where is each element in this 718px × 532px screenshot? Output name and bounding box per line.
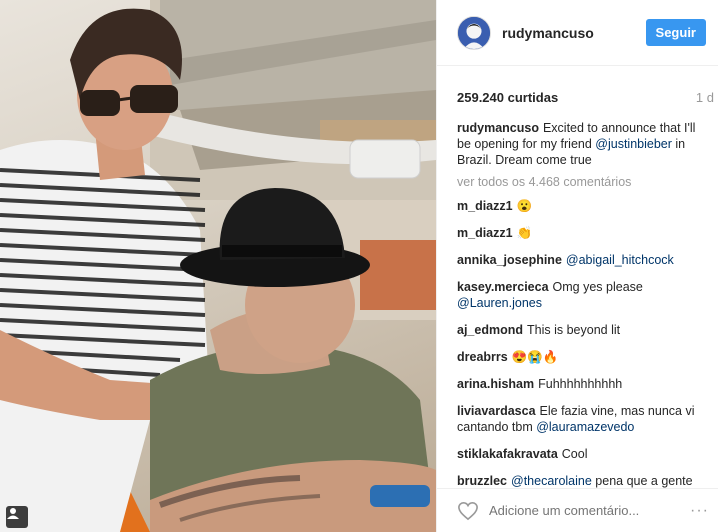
- comment-text: Fuhhhhhhhhhh: [538, 377, 623, 391]
- comment-text: 😍😭🔥: [511, 350, 559, 364]
- comment-input[interactable]: [489, 503, 691, 518]
- comment-item: dreabrrs 😍😭🔥: [457, 349, 705, 365]
- avatar-glyph: [458, 16, 490, 49]
- post-timestamp[interactable]: 1 d: [696, 90, 714, 105]
- post-side-panel: rudymancuso Seguir 259.240 curtidas 1 d …: [436, 0, 718, 532]
- comment-author[interactable]: liviavardasca: [457, 404, 536, 418]
- comment-author[interactable]: dreabrrs: [457, 350, 508, 364]
- post-photo[interactable]: [0, 0, 436, 532]
- add-comment-bar: ···: [437, 488, 718, 532]
- comment-text: Omg yes please: [552, 280, 643, 294]
- comment-mention[interactable]: @lauramazevedo: [536, 420, 634, 434]
- comment-item: stiklakafakravata Cool: [457, 446, 705, 462]
- comment-author[interactable]: annika_josephine: [457, 253, 562, 267]
- likes-row: 259.240 curtidas 1 d: [437, 66, 718, 110]
- user-tag-glyph: [7, 508, 19, 519]
- comment-text: This is beyond lit: [527, 323, 621, 337]
- comment-item: liviavardasca Ele fazia vine, mas nunca v…: [457, 403, 705, 435]
- photo-illustration: [0, 0, 436, 532]
- view-all-comments-link[interactable]: ver todos os 4.468 comentários: [457, 175, 708, 189]
- likes-count[interactable]: 259.240 curtidas: [457, 90, 558, 105]
- comment-mention[interactable]: @Lauren.jones: [457, 296, 542, 310]
- comment-mention[interactable]: @thecarolaine: [511, 474, 592, 488]
- comment-text: Cool: [561, 447, 588, 461]
- caption-mention[interactable]: @justinbieber: [595, 137, 672, 151]
- user-tag-icon[interactable]: [6, 506, 28, 528]
- comment-author[interactable]: stiklakafakravata: [457, 447, 558, 461]
- comments-list: rudymancuso Excited to announce that I'll…: [437, 110, 718, 505]
- comment-author[interactable]: kasey.mercieca: [457, 280, 549, 294]
- comment-text: 😮: [516, 199, 533, 213]
- comment-author[interactable]: aj_edmond: [457, 323, 523, 337]
- more-options-icon[interactable]: ···: [690, 502, 709, 520]
- post-username[interactable]: rudymancuso: [502, 25, 646, 41]
- comment-text: 👏: [516, 226, 533, 240]
- comment-author[interactable]: bruzzlec: [457, 474, 507, 488]
- comment-item: kasey.mercieca Omg yes please @Lauren.jon…: [457, 279, 705, 311]
- comment-author[interactable]: arina.hisham: [457, 377, 534, 391]
- comment-item: m_diazz1 👏: [457, 225, 705, 241]
- comment-item: aj_edmond This is beyond lit: [457, 322, 705, 338]
- post-header: rudymancuso Seguir: [437, 0, 718, 66]
- user-avatar-icon[interactable]: [457, 15, 491, 50]
- comment-item: annika_josephine @abigail_hitchcock: [457, 252, 705, 268]
- post-caption: rudymancuso Excited to announce that I'll…: [457, 120, 705, 168]
- instagram-post: rudymancuso Seguir 259.240 curtidas 1 d …: [0, 0, 718, 532]
- heart-icon[interactable]: [457, 501, 479, 521]
- follow-button[interactable]: Seguir: [645, 19, 706, 46]
- comment-item: arina.hisham Fuhhhhhhhhhh: [457, 376, 705, 392]
- caption-author[interactable]: rudymancuso: [457, 121, 539, 135]
- comment-author[interactable]: m_diazz1: [457, 226, 513, 240]
- comment-item: m_diazz1 😮: [457, 198, 705, 214]
- comment-mention[interactable]: @abigail_hitchcock: [566, 253, 674, 267]
- comment-author[interactable]: m_diazz1: [457, 199, 513, 213]
